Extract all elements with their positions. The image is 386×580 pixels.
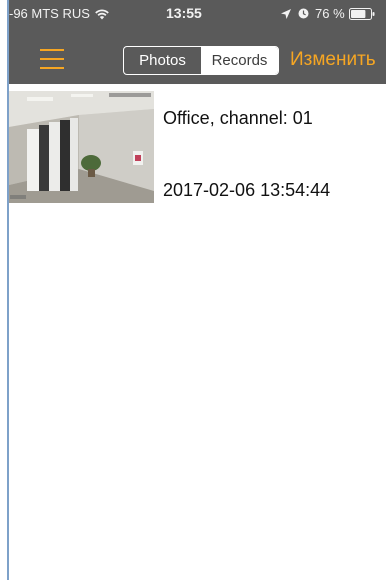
app-screen: -96 MTS RUS 13:55 76 % Photos Records Из… [9, 0, 386, 580]
hamburger-menu-icon[interactable] [38, 45, 66, 73]
office-camera-snapshot-image [9, 91, 154, 203]
navigation-bar: Photos Records Изменить [9, 40, 386, 84]
edit-button[interactable]: Изменить [290, 49, 376, 71]
battery-icon [348, 7, 375, 20]
wifi-icon [95, 8, 109, 19]
clock-icon [298, 8, 309, 19]
status-bar: -96 MTS RUS 13:55 76 % [9, 0, 386, 40]
status-time: 13:55 [166, 5, 202, 21]
tab-photos[interactable]: Photos [124, 47, 201, 74]
carrier-label: -96 MTS RUS [9, 6, 90, 21]
status-left-group: -96 MTS RUS [9, 6, 109, 21]
tab-records[interactable]: Records [201, 47, 278, 74]
location-icon [281, 8, 291, 19]
record-timestamp: 2017-02-06 13:54:44 [163, 180, 331, 200]
record-thumbnail [9, 91, 154, 203]
photos-records-segmented-control: Photos Records [123, 46, 279, 75]
record-list-item[interactable]: Office, channel: 01 2017-02-06 13:54:44 [9, 88, 386, 206]
record-title: Office, channel: 01 [163, 108, 313, 128]
battery-percent: 76 % [315, 6, 345, 21]
status-right-group: 76 % [280, 6, 375, 21]
